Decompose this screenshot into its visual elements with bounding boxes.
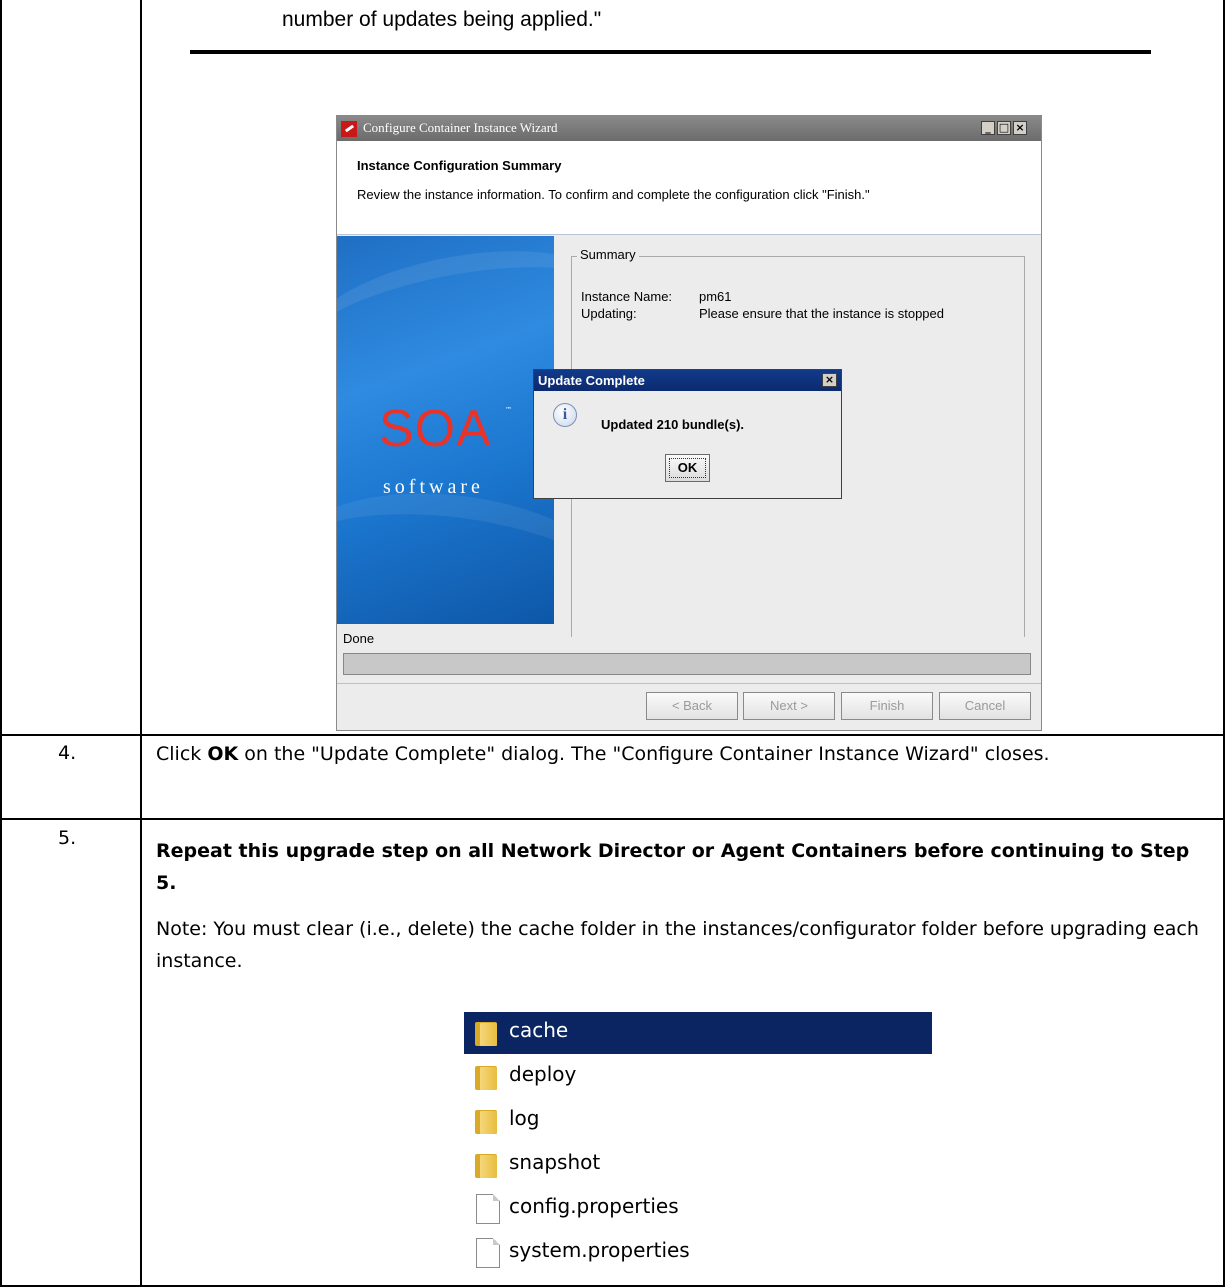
brand-logo-text: SOA — [379, 400, 492, 458]
next-button[interactable]: Next > — [743, 692, 835, 720]
file-name: config.properties — [509, 1194, 679, 1218]
file-name: log — [509, 1106, 540, 1130]
button-separator — [337, 683, 1041, 684]
wizard-header-title: Instance Configuration Summary — [357, 158, 562, 173]
list-item[interactable]: cache — [464, 1012, 932, 1054]
cancel-button[interactable]: Cancel — [939, 692, 1031, 720]
file-name: snapshot — [509, 1150, 601, 1174]
step-4-text-bold: OK — [207, 743, 239, 765]
step-4-text-before: Click — [156, 743, 208, 765]
table-border-left — [0, 0, 2, 1287]
file-icon — [476, 1194, 500, 1224]
update-complete-dialog: Update Complete × i Updated 210 bundle(s… — [533, 369, 842, 499]
status-text: Done — [343, 631, 375, 646]
folder-icon — [475, 1152, 499, 1178]
instance-name-label: Instance Name: — [581, 289, 673, 304]
step-5-instruction: Repeat this upgrade step on all Network … — [156, 840, 1190, 894]
step-5-note: Note: You must clear (i.e., delete) the … — [156, 918, 1199, 972]
file-name: system.properties — [509, 1238, 690, 1262]
brand-sidebar: SOA ™ software — [337, 236, 554, 624]
folder-icon — [475, 1108, 499, 1134]
back-button[interactable]: < Back — [646, 692, 738, 720]
step-number: 4. — [58, 742, 77, 764]
close-button[interactable]: × — [1013, 121, 1027, 135]
list-item[interactable]: system.properties — [464, 1232, 932, 1274]
progress-bar — [343, 653, 1031, 675]
updating-label: Updating: — [581, 306, 637, 321]
file-name: deploy — [509, 1062, 577, 1086]
info-icon: i — [553, 403, 577, 427]
table-row-divider — [0, 734, 1225, 736]
separator-rule — [190, 50, 1151, 54]
summary-legend: Summary — [577, 247, 639, 262]
minimize-button[interactable]: _ — [981, 121, 995, 135]
wizard-titlebar[interactable]: Configure Container Instance Wizard _ □ … — [337, 116, 1041, 141]
dialog-close-button[interactable]: × — [822, 373, 837, 387]
wizard-title: Configure Container Instance Wizard — [363, 120, 558, 135]
table-row-divider — [0, 818, 1225, 820]
step-number: 5. — [58, 827, 77, 849]
list-item[interactable]: log — [464, 1100, 932, 1142]
finish-button[interactable]: Finish — [841, 692, 933, 720]
folder-icon — [475, 1020, 499, 1046]
list-item[interactable]: snapshot — [464, 1144, 932, 1186]
sidebar-decoration — [337, 236, 554, 422]
wizard-header: Instance Configuration Summary Review th… — [337, 141, 1041, 235]
step-4-text: Click OK on the "Update Complete" dialog… — [156, 738, 1206, 770]
dialog-title: Update Complete — [538, 373, 645, 388]
file-name: cache — [509, 1018, 569, 1042]
dialog-message: Updated 210 bundle(s). — [601, 417, 745, 432]
wizard-header-desc: Review the instance information. To conf… — [357, 187, 870, 202]
table-border-divider — [140, 0, 142, 1287]
list-item[interactable]: deploy — [464, 1056, 932, 1098]
dialog-titlebar[interactable]: Update Complete × — [534, 370, 841, 391]
instance-name-value: pm61 — [699, 289, 732, 304]
brand-trademark: ™ — [505, 406, 512, 414]
folder-icon — [475, 1064, 499, 1090]
ok-button[interactable]: OK — [665, 454, 710, 482]
maximize-button[interactable]: □ — [997, 121, 1011, 135]
brand-logo-subtext: software — [383, 476, 484, 498]
intro-continuation: number of updates being applied." — [282, 8, 602, 31]
app-icon — [341, 121, 357, 137]
updating-value: Please ensure that the instance is stopp… — [699, 306, 944, 321]
step-4-text-after: on the "Update Complete" dialog. The "Co… — [238, 743, 1050, 765]
list-item[interactable]: config.properties — [464, 1188, 932, 1230]
file-icon — [476, 1238, 500, 1268]
